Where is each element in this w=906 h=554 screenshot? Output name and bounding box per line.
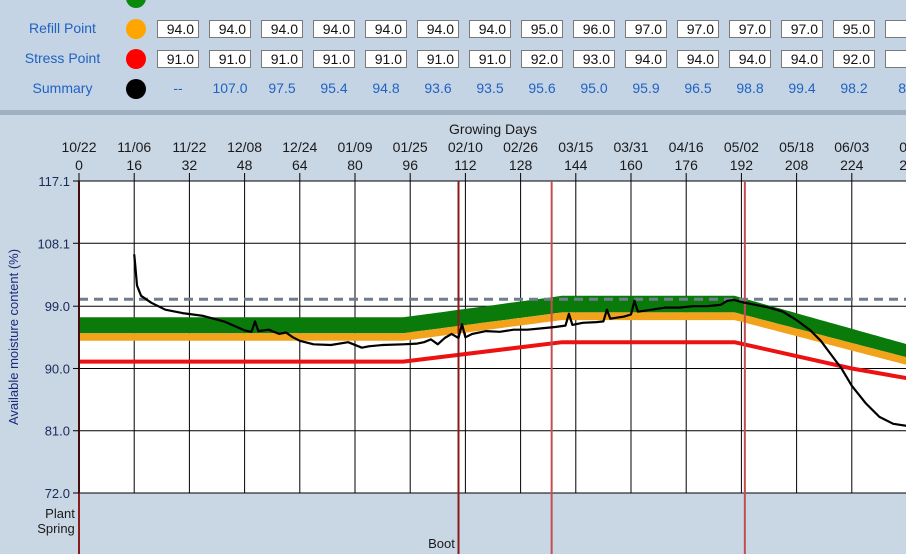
summary-value: 96.5 — [684, 80, 712, 96]
stress-point-input[interactable]: 94.0 — [677, 50, 719, 68]
refill-point-input[interactable]: 95.0 — [521, 20, 563, 38]
x-tick-date-label: 01/09 — [337, 139, 372, 155]
x-tick-day-label: 224 — [840, 157, 864, 173]
x-tick-day-label: 24 — [899, 157, 906, 173]
x-tick-day-label: 192 — [730, 157, 754, 173]
stress-point-dot — [126, 49, 146, 69]
refill-point-input[interactable]: 97.0 — [677, 20, 719, 38]
x-tick-day-label: 128 — [509, 157, 533, 173]
y-tick-label: 117.1 — [38, 174, 70, 189]
stress-point-input[interactable]: 91.0 — [261, 50, 303, 68]
summary-value: 107.0 — [212, 80, 248, 96]
x-tick-day-label: 176 — [675, 157, 699, 173]
moisture-chart: Growing Days 10/22 0 11/06 16 11/22 32 12/08 48 1… — [0, 115, 906, 554]
x-tick-date-label: 05/02 — [724, 139, 759, 155]
summary-value: 94.8 — [372, 80, 400, 96]
refill-point-input[interactable]: 94.0 — [313, 20, 355, 38]
stage-label-boot: Boot — [428, 536, 455, 551]
stress-point-input[interactable]: 91.0 — [469, 50, 511, 68]
summary-value: 95.9 — [632, 80, 660, 96]
refill-point-input[interactable]: 97.0 — [729, 20, 771, 38]
x-tick-day-label: 32 — [182, 157, 198, 173]
refill-point-input[interactable]: 94.0 — [209, 20, 251, 38]
y-tick-label: 72.0 — [45, 486, 70, 501]
y-tick-label: 81.0 — [45, 424, 70, 439]
x-tick-date-label: 12/08 — [227, 139, 262, 155]
stress-point-input[interactable]: 94.0 — [729, 50, 771, 68]
stage-label-spring: Spring — [37, 521, 75, 536]
x-tick-date-label: 06 — [899, 139, 906, 155]
x-tick-date-label: 03/31 — [613, 139, 648, 155]
x-tick-day-label: 48 — [237, 157, 253, 173]
x-tick-day-label: 80 — [347, 157, 363, 173]
refill-point-input[interactable]: 94.0 — [157, 20, 199, 38]
summary-value: -- — [173, 80, 183, 96]
refill-point-input[interactable]: 94.0 — [469, 20, 511, 38]
full-point-dot — [126, 0, 146, 8]
stress-point-input[interactable]: 92.0 — [521, 50, 563, 68]
summary-value: 98.8 — [736, 80, 764, 96]
y-tick-label: 90.0 — [45, 361, 70, 376]
summary-dot — [126, 79, 146, 99]
summary-label: Summary — [32, 80, 93, 96]
refill-point-input[interactable]: 94.0 — [261, 20, 303, 38]
x-tick-date-label: 11/06 — [117, 139, 151, 155]
x-tick-day-label: 112 — [454, 157, 477, 173]
summary-value: 95.0 — [580, 80, 608, 96]
x-tick-date-label: 10/22 — [61, 139, 96, 155]
stress-point-input[interactable]: 94.0 — [781, 50, 823, 68]
x-axis-title: Growing Days — [449, 121, 537, 137]
refill-point-input[interactable]: 94.0 — [417, 20, 459, 38]
x-tick-day-label: 208 — [785, 157, 809, 173]
refill-point-input[interactable]: 97.0 — [625, 20, 667, 38]
stress-point-input[interactable]: 94.0 — [625, 50, 667, 68]
summary-value: 89 — [898, 80, 906, 96]
stress-point-input[interactable]: 91.0 — [157, 50, 199, 68]
thresholds-table: Refill Point 94.0 94.0 94.0 94.0 94.0 94.0 94.0… — [0, 0, 906, 110]
summary-value: 93.5 — [476, 80, 504, 96]
stress-point-input[interactable]: 92.0 — [833, 50, 875, 68]
x-tick-date-label: 03/15 — [558, 139, 593, 155]
x-tick-date-label: 12/24 — [282, 139, 317, 155]
stress-point-input[interactable]: 91.0 — [209, 50, 251, 68]
x-tick-day-label: 0 — [75, 157, 83, 173]
x-tick-day-label: 96 — [402, 157, 418, 173]
refill-point-input[interactable]: 96.0 — [573, 20, 615, 38]
summary-value: 97.5 — [268, 80, 296, 96]
x-tick-date-label: 02/10 — [448, 139, 483, 155]
stress-point-label: Stress Point — [24, 50, 101, 66]
refill-point-input[interactable]: 9 — [885, 20, 906, 38]
x-tick-date-label: 06/03 — [834, 139, 869, 155]
stage-label-plant: Plant — [45, 506, 75, 521]
refill-point-input[interactable]: 94.0 — [365, 20, 407, 38]
stress-point-input[interactable]: 9 — [885, 50, 906, 68]
refill-point-dot — [126, 19, 146, 39]
summary-value: 93.6 — [424, 80, 452, 96]
refill-point-input[interactable]: 97.0 — [781, 20, 823, 38]
summary-value: 95.6 — [528, 80, 556, 96]
x-tick-day-label: 160 — [619, 157, 643, 173]
x-tick-date-label: 02/26 — [503, 139, 538, 155]
refill-point-label: Refill Point — [29, 20, 96, 36]
summary-value: 95.4 — [320, 80, 348, 96]
stress-point-input[interactable]: 93.0 — [573, 50, 615, 68]
y-tick-label: 108.1 — [37, 236, 70, 251]
summary-value: 99.4 — [788, 80, 816, 96]
y-tick-label: 99.0 — [45, 299, 70, 314]
x-tick-date-label: 04/16 — [669, 139, 704, 155]
summary-value: 98.2 — [840, 80, 868, 96]
refill-point-input[interactable]: 95.0 — [833, 20, 875, 38]
moisture-chart-svg: Growing Days 10/22 0 11/06 16 11/22 32 12/08 48 1… — [6, 121, 906, 554]
x-tick-day-label: 144 — [564, 157, 588, 173]
x-tick-day-label: 64 — [292, 157, 308, 173]
stress-point-input[interactable]: 91.0 — [417, 50, 459, 68]
x-tick-date-label: 05/18 — [779, 139, 814, 155]
x-tick-day-label: 16 — [126, 157, 142, 173]
stress-point-input[interactable]: 91.0 — [365, 50, 407, 68]
x-tick-date-label: 11/22 — [172, 139, 206, 155]
x-tick-date-label: 01/25 — [393, 139, 428, 155]
stress-point-input[interactable]: 91.0 — [313, 50, 355, 68]
y-axis-title: Available moisture content (%) — [6, 249, 21, 425]
